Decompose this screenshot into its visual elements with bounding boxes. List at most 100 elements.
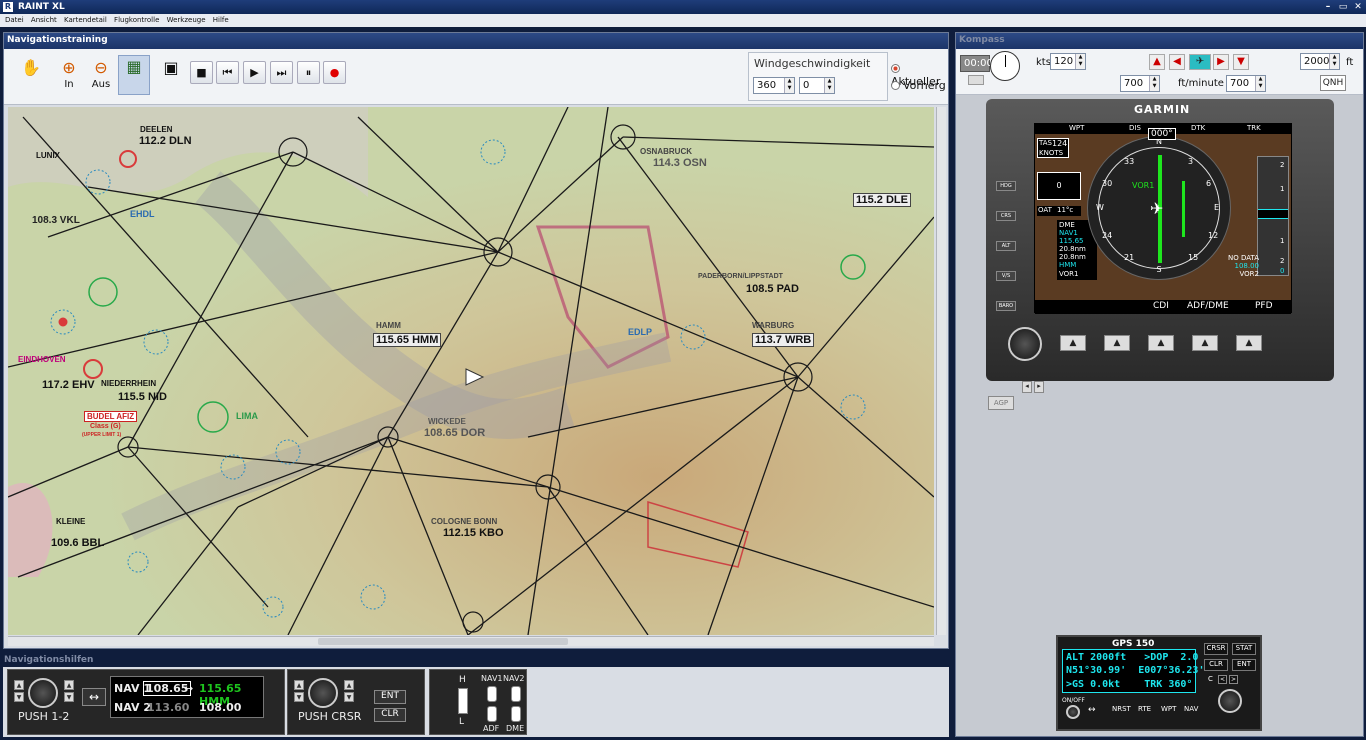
wind-speed-spinner[interactable]: ▲ ▼ (824, 78, 834, 93)
garmin-vs-button[interactable]: V/S (996, 271, 1016, 281)
descend-button[interactable]: ▼ (1233, 54, 1249, 70)
altitude-spinner[interactable]: ▲ ▼ (1329, 54, 1339, 69)
wind-speed-input[interactable]: 0 ▲ ▼ (799, 77, 835, 94)
gps-wpt-button[interactable]: WPT (1161, 705, 1176, 713)
gps-clr-button[interactable]: CLR (1204, 659, 1228, 671)
crsr-knob[interactable] (308, 678, 338, 708)
close-button[interactable]: ✕ (1352, 1, 1364, 13)
menu-flugkontrolle[interactable]: Flugkontrolle (114, 14, 159, 27)
pan-hand-button[interactable]: ✋ (16, 57, 46, 97)
gps-stat-button[interactable]: STAT (1232, 643, 1256, 655)
record-button[interactable]: ● (323, 61, 346, 84)
hl-switch[interactable] (458, 688, 468, 714)
menu-ansicht[interactable]: Ansicht (31, 14, 57, 27)
garmin-softkey-2[interactable]: ▲ (1104, 335, 1130, 351)
gps-rte-button[interactable]: RTE (1138, 705, 1151, 713)
gps150-unit: GPS 150 ALT 2000ft >DOP 2.0 N51°30.99' E… (1056, 635, 1262, 731)
crsr-outer-up[interactable]: ▲ (344, 680, 354, 690)
clr-button[interactable]: CLR (374, 708, 406, 722)
garmin-softkey-5[interactable]: ▲ (1236, 335, 1262, 351)
garmin-softkey-4[interactable]: ▲ (1192, 335, 1218, 351)
gps-left-button[interactable]: < (1218, 675, 1227, 684)
nav2-audio-button[interactable] (511, 686, 521, 702)
garmin-key-cdi[interactable]: CDI (1153, 301, 1169, 311)
menu-werkzeuge[interactable]: Werkzeuge (167, 14, 206, 27)
gps-crsr-button[interactable]: CRSR (1204, 643, 1228, 655)
radio-current-dot (891, 64, 900, 73)
nav-swap-button[interactable]: ↔ (82, 688, 106, 706)
map-view-button[interactable]: ▦ (118, 55, 150, 95)
gps-nrst-button[interactable]: NRST (1112, 705, 1131, 713)
skip-back-button[interactable]: ⏮ (216, 61, 239, 84)
stop-button[interactable]: ■ (190, 61, 213, 84)
nav-outer-up[interactable]: ▲ (64, 680, 74, 690)
zoom-in-button[interactable]: ⊕ In (54, 57, 84, 97)
level-button[interactable]: ✈ (1189, 54, 1211, 70)
play-icon: ▶ (250, 66, 259, 79)
crsr-outer-down[interactable]: ▼ (344, 692, 354, 702)
garmin-dme-label: DME (1059, 221, 1075, 229)
play-button[interactable]: ▶ (243, 61, 266, 84)
adf-audio-button[interactable] (487, 706, 497, 722)
garmin-prev-button[interactable]: ◂ (1022, 381, 1032, 393)
nav1-audio-button[interactable] (487, 686, 497, 702)
garmin-alt-button[interactable]: ALT (996, 241, 1016, 251)
nav-inner-up[interactable]: ▲ (14, 680, 24, 690)
skip-forward-button[interactable]: ⏭ (270, 61, 293, 84)
nav-inner-down[interactable]: ▼ (14, 692, 24, 702)
garmin-key-adfdme[interactable]: ADF/DME (1187, 301, 1229, 311)
agp-button[interactable]: AGP (988, 396, 1014, 410)
garmin-vor1-label: VOR1 (1059, 270, 1079, 278)
nav-outer-down[interactable]: ▼ (64, 692, 74, 702)
map-vertical-scrollbar[interactable] (936, 107, 946, 635)
garmin-crs-button[interactable]: CRS (996, 211, 1016, 221)
gps-nav-button[interactable]: NAV (1184, 705, 1198, 713)
map-horizontal-scrollbar[interactable] (8, 636, 934, 646)
vs-left-input[interactable]: 700 ▲ ▼ (1120, 75, 1160, 92)
gps-power-knob[interactable] (1066, 705, 1080, 719)
garmin-knob[interactable] (1008, 327, 1042, 361)
dme-audio-button[interactable] (511, 706, 521, 722)
menu-hilfe[interactable]: Hilfe (213, 14, 229, 27)
crsr-inner-down[interactable]: ▼ (294, 692, 304, 702)
vs-right-input[interactable]: 700 ▲ ▼ (1226, 75, 1266, 92)
zoom-out-button[interactable]: ⊖ Aus (86, 57, 116, 97)
vs-left-spinner[interactable]: ▲ ▼ (1149, 76, 1159, 91)
turn-right-button[interactable]: ▶ (1213, 54, 1229, 70)
garmin-zero-box: 0 (1037, 172, 1081, 200)
gps-knob[interactable] (1218, 689, 1242, 713)
radio-forecast-wind[interactable]: Vorherges (891, 79, 946, 92)
pause-button[interactable]: ⏸ (297, 61, 320, 84)
vs-right-spinner[interactable]: ▲ ▼ (1255, 76, 1265, 91)
garmin-baro-button[interactable]: BARO (996, 301, 1016, 311)
garmin-next-button[interactable]: ▸ (1034, 381, 1044, 393)
camera-button[interactable]: ▣ (156, 57, 186, 97)
wind-direction-input[interactable]: 360 ▲ ▼ (753, 77, 795, 94)
aeronautical-map[interactable]: 112.2 DLN 114.3 OSN 115.2 DLE 108.3 VKL … (8, 107, 934, 635)
arrow-right-icon: ▶ (1217, 56, 1225, 67)
map-horizontal-scroll-thumb[interactable] (318, 638, 568, 645)
menu-kartendetail[interactable]: Kartendetail (64, 14, 107, 27)
wind-direction-spinner[interactable]: ▲ ▼ (784, 78, 794, 93)
speed-input[interactable]: 120 ▲ ▼ (1050, 53, 1086, 70)
turn-left-button[interactable]: ◀ (1169, 54, 1185, 70)
garmin-softkey-3[interactable]: ▲ (1148, 335, 1174, 351)
garmin-mark-w: W (1096, 203, 1104, 212)
nav-tuning-knob[interactable] (28, 678, 58, 708)
gps-right-button[interactable]: > (1229, 675, 1238, 684)
clock-button[interactable] (968, 75, 984, 85)
garmin-key-pfd[interactable]: PFD (1255, 301, 1273, 311)
climb-button[interactable]: ▲ (1149, 54, 1165, 70)
crsr-inner-up[interactable]: ▲ (294, 680, 304, 690)
speed-spinner[interactable]: ▲ ▼ (1075, 54, 1085, 69)
minimize-button[interactable]: – (1322, 1, 1334, 13)
ent-button[interactable]: ENT (374, 690, 406, 704)
altitude-input[interactable]: 2000 ▲ ▼ (1300, 53, 1340, 70)
restore-button[interactable]: ▭ (1337, 1, 1349, 13)
garmin-softkey-1[interactable]: ▲ (1060, 335, 1086, 351)
menu-datei[interactable]: Datei (5, 14, 24, 27)
qnh-button[interactable]: QNH (1320, 75, 1346, 91)
gps-ent-button[interactable]: ENT (1232, 659, 1256, 671)
speed-unit: kts (1036, 57, 1051, 68)
garmin-hdg-button[interactable]: HDG (996, 181, 1016, 191)
